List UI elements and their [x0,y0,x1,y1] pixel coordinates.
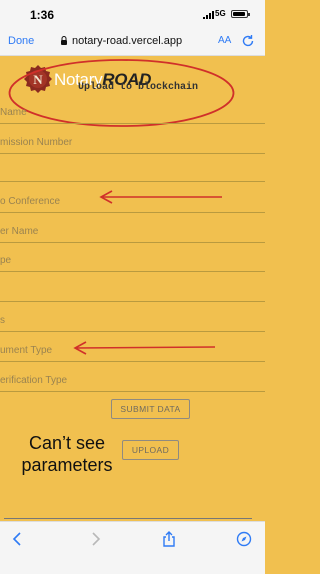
form-field-label: o Conference [0,196,61,207]
browser-bottom-toolbar [0,521,265,574]
field-underline [0,181,265,182]
form-field-s[interactable]: s [0,310,265,332]
done-button[interactable]: Done [8,35,34,47]
browser-top-bar: Done notary-road.vercel.app AA [0,28,265,56]
form-field-label: erification Type [0,375,68,386]
form-field-label: s [0,315,5,326]
page-bottom-divider [4,518,252,519]
url-label[interactable]: notary-road.vercel.app [72,35,182,47]
forward-icon[interactable] [87,531,103,547]
field-underline [0,242,265,243]
field-underline [0,391,265,392]
form-field-label: ument Type [0,345,53,356]
lock-icon [61,36,67,45]
form-field-name[interactable]: Name [0,102,265,124]
status-time: 1:36 [30,8,55,22]
field-underline [0,361,265,362]
reload-icon[interactable] [241,34,255,48]
form-field-commission-number[interactable]: mission Number [0,132,265,154]
form-field-blank-2[interactable] [0,280,265,302]
form-field-label: pe [0,255,12,266]
field-underline [0,331,265,332]
field-underline [0,271,265,272]
annotation-arrow [99,190,222,204]
form-field-type[interactable]: pe [0,250,265,272]
status-bar: 1:36 5G [0,0,265,28]
field-underline [0,153,265,154]
compass-icon[interactable] [236,531,252,547]
annotation-missing-note: Can’t see parameters [21,433,113,475]
form-field-verification-type[interactable]: erification Type [0,370,265,392]
upload-button[interactable]: UPLOAD [122,440,179,460]
form-field-blank-1[interactable] [0,160,265,182]
field-underline [0,301,265,302]
form-field-signer-name[interactable]: er Name [0,221,265,243]
field-underline [0,123,265,124]
field-underline [0,212,265,213]
back-icon[interactable] [10,531,26,547]
text-size-button[interactable]: AA [218,35,231,46]
annotation-arrow [73,341,216,355]
signal-icon [203,11,214,19]
share-icon[interactable] [161,531,177,547]
form-field-label: Name [0,107,27,118]
battery-icon [231,10,250,18]
network-type: 5G [215,9,226,18]
form-field-label: mission Number [0,137,73,148]
submit-data-button[interactable]: SUBMIT DATA [111,399,190,419]
form-field-label: er Name [0,226,39,237]
